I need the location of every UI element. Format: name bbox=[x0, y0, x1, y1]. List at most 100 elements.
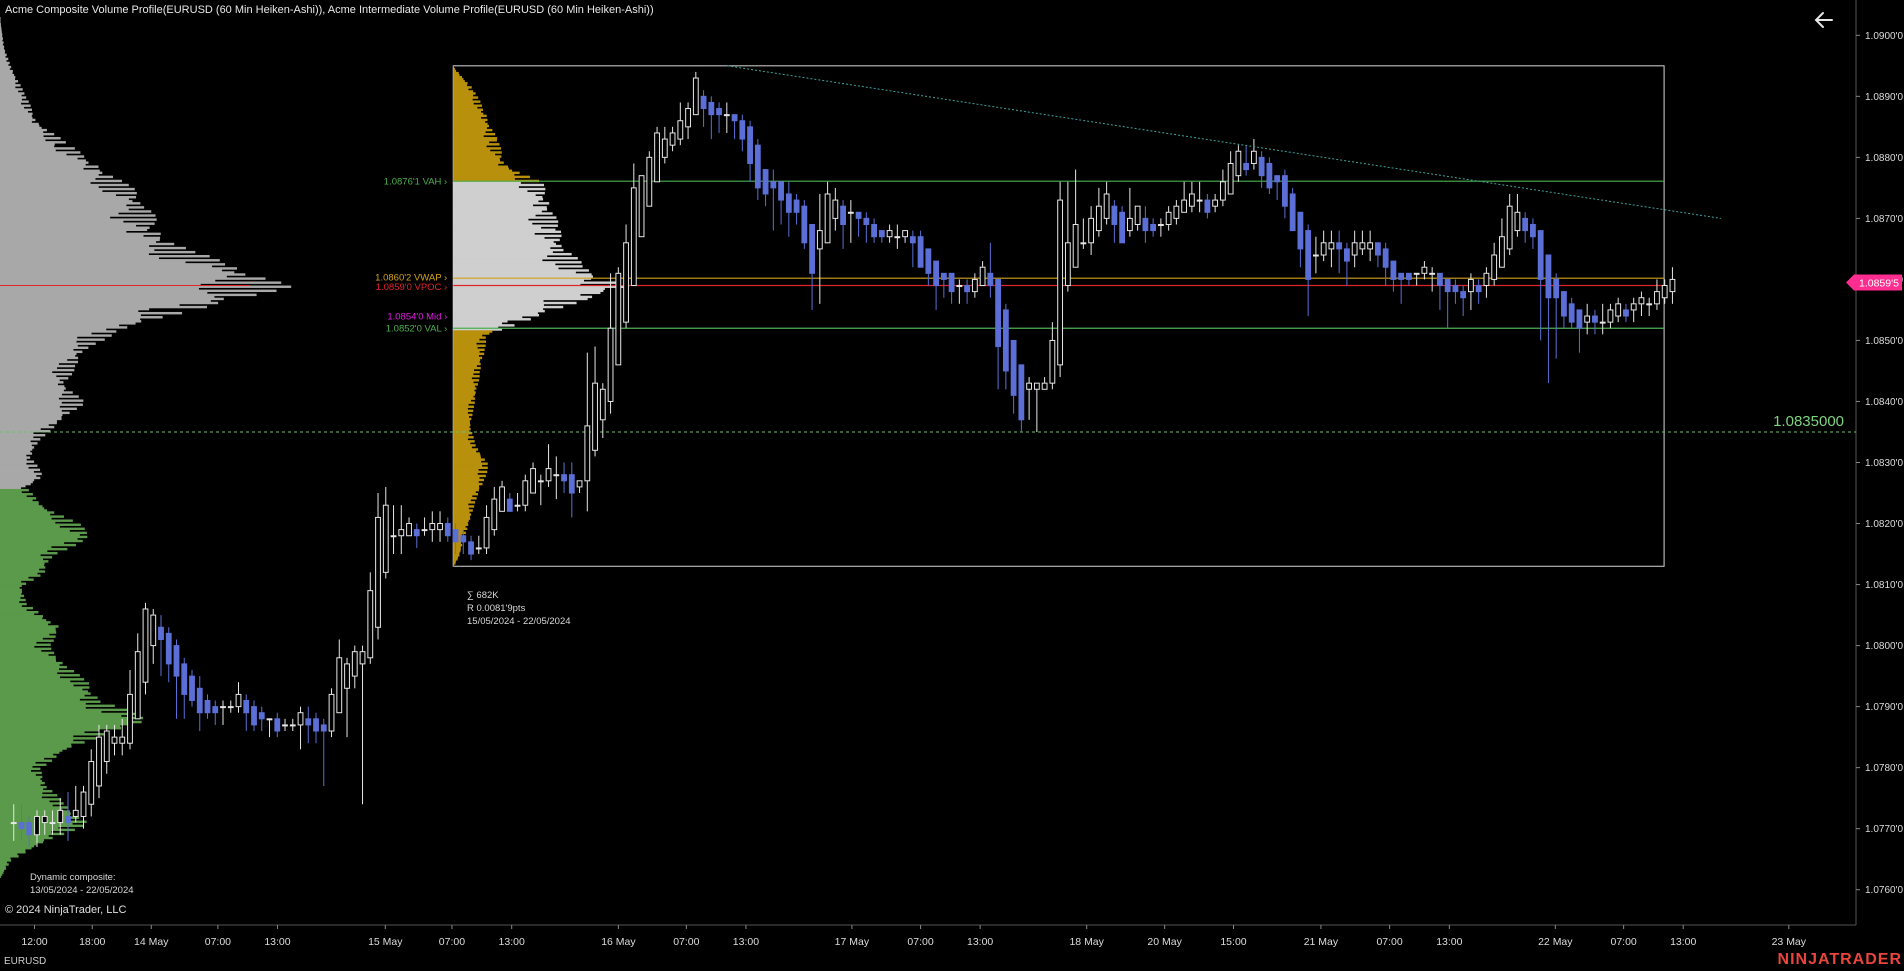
y-tick-label: 1.0760'0 bbox=[1865, 885, 1903, 896]
candle-body bbox=[700, 95, 707, 110]
candle-body bbox=[119, 736, 126, 744]
candle-body bbox=[336, 657, 343, 714]
candle-body bbox=[1188, 193, 1195, 207]
candle-body bbox=[103, 730, 110, 763]
candle-body bbox=[607, 327, 614, 402]
candle-body bbox=[894, 236, 901, 239]
candle-body bbox=[1196, 199, 1203, 202]
candle-body bbox=[297, 712, 304, 726]
candle-body bbox=[1460, 291, 1467, 299]
candle-body bbox=[235, 693, 242, 708]
candle-body bbox=[832, 199, 839, 219]
y-tick-label: 1.0850'0 bbox=[1865, 336, 1903, 347]
y-tick-label: 1.0800'0 bbox=[1865, 641, 1903, 652]
x-tick-label: 07:00 bbox=[205, 936, 231, 948]
candle-body bbox=[1421, 266, 1428, 274]
y-tick-label: 1.0830'0 bbox=[1865, 458, 1903, 469]
candle-body bbox=[902, 230, 908, 238]
x-tick-label: 15:00 bbox=[1220, 936, 1246, 948]
x-tick-label: 23 May bbox=[1772, 936, 1807, 948]
price-chart[interactable]: 1.0900'01.0890'01.0880'01.0870'01.0860'0… bbox=[0, 0, 1904, 971]
y-tick-label: 1.0770'0 bbox=[1865, 824, 1903, 835]
mid-label: 1.0854'0 Mid › bbox=[387, 312, 447, 323]
candle-body bbox=[987, 272, 994, 287]
candle-body bbox=[1406, 272, 1412, 280]
candle-body bbox=[1452, 285, 1459, 293]
candle-body bbox=[181, 663, 188, 695]
vah-label: 1.0876'1 VAH › bbox=[384, 177, 447, 188]
candle-body bbox=[320, 724, 327, 732]
candle-body bbox=[1382, 248, 1389, 268]
candle-body bbox=[1522, 217, 1529, 232]
candle-body bbox=[1227, 162, 1234, 195]
candle-body bbox=[1002, 309, 1009, 372]
candle-body bbox=[1057, 199, 1064, 366]
candle-body bbox=[1568, 303, 1575, 323]
candle-body bbox=[1266, 162, 1273, 189]
candle-body bbox=[886, 230, 893, 238]
candle-body bbox=[754, 144, 761, 189]
candle-body bbox=[499, 486, 505, 512]
y-tick-label: 1.0870'0 bbox=[1865, 214, 1903, 225]
candle-body bbox=[514, 504, 521, 507]
candle-body bbox=[840, 205, 846, 225]
candle-body bbox=[576, 480, 583, 488]
candle-body bbox=[111, 736, 118, 744]
candle-body bbox=[1413, 272, 1420, 275]
candle-body bbox=[351, 651, 358, 677]
composite-note-dates: 13/05/2024 - 22/05/2024 bbox=[30, 885, 134, 896]
candle-body bbox=[933, 260, 940, 287]
candle-body bbox=[96, 736, 102, 787]
candle-body bbox=[801, 205, 808, 244]
candle-body bbox=[344, 663, 350, 689]
vpoc-label: 1.0859'0 VPOC › bbox=[376, 282, 448, 293]
y-tick-label: 1.0900'0 bbox=[1865, 31, 1903, 42]
candle-body bbox=[669, 132, 676, 146]
arrow-left-icon[interactable] bbox=[1812, 8, 1836, 32]
candle-body bbox=[708, 101, 715, 116]
candle-body bbox=[1491, 254, 1498, 280]
candle-body bbox=[1468, 278, 1474, 293]
candle-body bbox=[615, 272, 622, 366]
profile-volume: ∑ 682K bbox=[467, 590, 499, 601]
candle-body bbox=[258, 712, 265, 720]
candle-body bbox=[1305, 230, 1312, 280]
x-tick-label: 07:00 bbox=[907, 936, 933, 948]
candle-body bbox=[1483, 272, 1490, 287]
candle-body bbox=[1599, 321, 1606, 324]
x-tick-label: 18 May bbox=[1069, 936, 1104, 948]
candle-body bbox=[1638, 297, 1645, 305]
candle-body bbox=[1312, 254, 1319, 257]
candle-body bbox=[1398, 272, 1405, 280]
candle-body bbox=[1103, 193, 1110, 219]
candle-body bbox=[1126, 217, 1133, 232]
candle-body bbox=[1010, 339, 1017, 396]
y-tick-label: 1.0880'0 bbox=[1865, 153, 1903, 164]
x-tick-label: 07:00 bbox=[1610, 936, 1636, 948]
x-tick-label: 13:00 bbox=[967, 936, 993, 948]
candle-body bbox=[1150, 223, 1157, 232]
candle-body bbox=[1576, 309, 1583, 329]
candle-body bbox=[421, 529, 428, 532]
candle-body bbox=[41, 815, 48, 824]
candle-body bbox=[1235, 150, 1242, 177]
candle-body bbox=[677, 120, 684, 140]
x-tick-label: 07:00 bbox=[439, 936, 465, 948]
candle-body bbox=[646, 156, 653, 207]
candle-body bbox=[1243, 162, 1250, 171]
candle-body bbox=[979, 266, 986, 287]
candle-body bbox=[661, 138, 668, 158]
candle-body bbox=[1173, 205, 1180, 219]
y-tick-label: 1.0840'0 bbox=[1865, 397, 1903, 408]
candle-body bbox=[716, 108, 722, 116]
candle-body bbox=[568, 474, 575, 494]
candle-body bbox=[940, 272, 947, 280]
candle-body bbox=[1444, 278, 1451, 293]
candle-body bbox=[506, 498, 513, 512]
candle-body bbox=[1119, 211, 1126, 244]
candle-body bbox=[1661, 285, 1668, 299]
candle-body bbox=[227, 706, 234, 709]
candle-body bbox=[1258, 156, 1265, 177]
candle-body bbox=[878, 230, 885, 238]
candle-body bbox=[1204, 199, 1211, 213]
